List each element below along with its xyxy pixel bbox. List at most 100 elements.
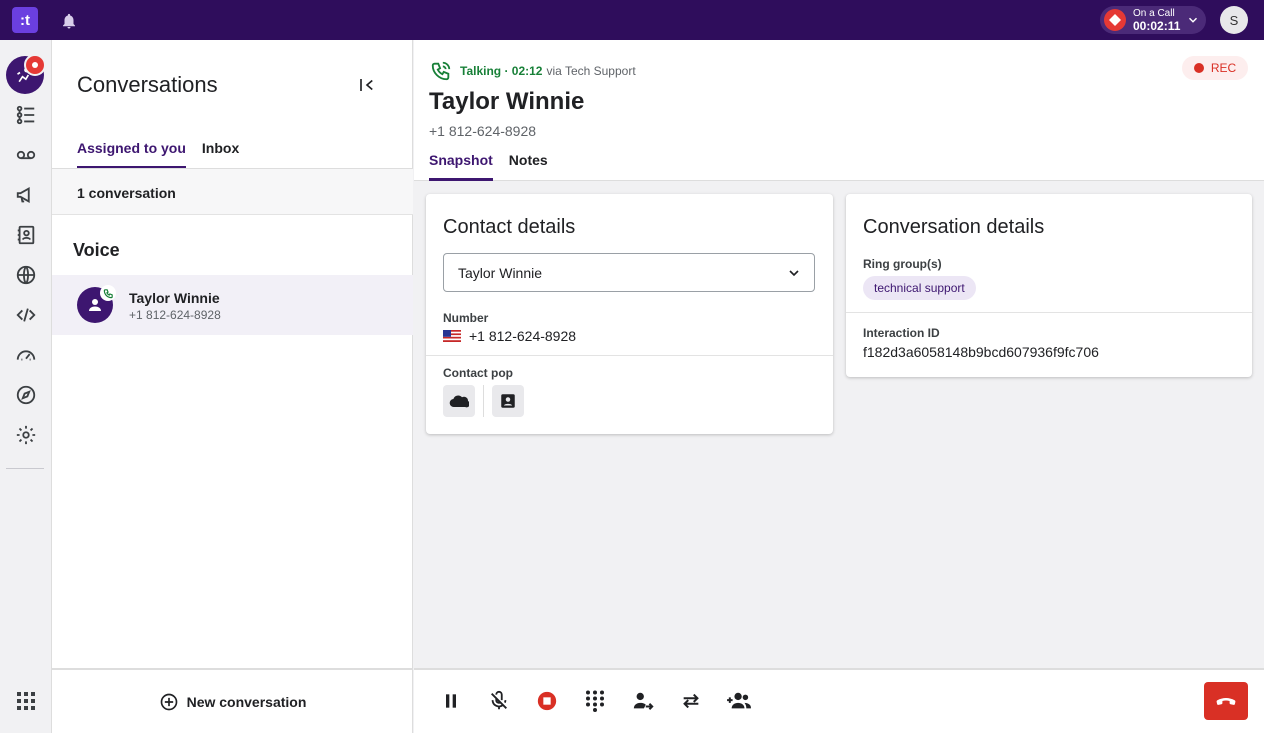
rail-item-voicemail[interactable]	[13, 142, 39, 168]
megaphone-icon	[16, 187, 30, 203]
number-label: Number	[443, 311, 489, 325]
contact-details-card: Contact details Taylor Winnie Number +1 …	[426, 194, 833, 434]
transfer-button[interactable]	[678, 688, 704, 714]
card-divider	[846, 312, 1252, 313]
group-add-icon	[727, 692, 751, 709]
section-heading-voice: Voice	[73, 240, 120, 260]
rail-divider	[6, 468, 44, 469]
user-avatar[interactable]: S	[1220, 6, 1248, 34]
dialpad-icon	[586, 690, 604, 712]
notification-badge	[24, 54, 46, 76]
mic-off-icon	[491, 690, 507, 710]
record-dot-icon	[1193, 63, 1204, 73]
contact-name: Taylor Winnie	[429, 88, 585, 115]
dialpad-button[interactable]	[582, 688, 608, 714]
tab-assigned-to-you[interactable]: Assigned to you	[77, 140, 186, 169]
conversations-panel: Conversations Assigned to you Inbox 1 co…	[52, 40, 413, 733]
conversation-count: 1 conversation	[52, 169, 413, 215]
rail-item-queues[interactable]	[13, 102, 39, 128]
rail-item-apps[interactable]	[13, 688, 39, 714]
add-circle-icon	[160, 693, 177, 710]
conversation-number: +1 812-624-8928	[129, 308, 221, 322]
transfer-to-agent-button[interactable]	[630, 688, 656, 714]
pause-icon	[446, 694, 456, 708]
ring-group-chip: technical support	[863, 276, 976, 300]
rail-item-campaigns[interactable]	[13, 182, 39, 208]
contact-number: +1 812-624-8928	[429, 123, 537, 139]
card-divider	[426, 355, 833, 356]
add-participant-button[interactable]	[726, 688, 752, 714]
conversation-tabs: Assigned to you Inbox	[77, 140, 239, 169]
contact-select[interactable]: Taylor Winnie	[443, 253, 815, 292]
bell-icon[interactable]	[60, 12, 78, 30]
gear-icon	[16, 425, 36, 445]
on-call-timer: 00:02:11	[1133, 18, 1181, 33]
stop-recording-button[interactable]	[534, 688, 560, 714]
talking-status: Talking · 02:12	[460, 64, 543, 78]
tab-notes[interactable]: Notes	[509, 152, 548, 181]
contact-card-pop-button[interactable]	[492, 385, 524, 417]
ring-group-label: Ring group(s)	[863, 257, 942, 271]
code-icon	[16, 308, 36, 322]
stop-record-icon	[537, 691, 557, 711]
compass-icon	[16, 385, 36, 405]
hang-up-button[interactable]	[1204, 682, 1248, 720]
mute-button[interactable]	[486, 688, 512, 714]
conversation-details-card: Conversation details Ring group(s) techn…	[846, 194, 1252, 377]
contacts-book-icon	[17, 225, 35, 245]
contact-pop-label: Contact pop	[443, 366, 513, 380]
card-title: Contact details	[443, 216, 576, 238]
apps-grid-icon	[17, 692, 35, 710]
contact-card-icon	[501, 394, 515, 408]
swap-arrows-icon	[683, 693, 699, 709]
list-item[interactable]: Taylor Winnie +1 812-624-8928	[52, 275, 413, 335]
new-conversation-label: New conversation	[186, 693, 307, 710]
top-bar: :t On a Call 00:02:11 S	[0, 0, 1264, 40]
on-call-icon	[1104, 9, 1126, 31]
new-conversation-button[interactable]: New conversation	[52, 668, 413, 733]
rail-item-web[interactable]	[13, 262, 39, 288]
call-end-icon	[1216, 698, 1236, 705]
call-status: Talking · 02:12 via Tech Support	[430, 60, 636, 82]
rail-item-dashboard[interactable]	[13, 342, 39, 368]
collapse-panel-icon[interactable]	[358, 76, 376, 94]
app-logo[interactable]: :t	[12, 7, 38, 33]
rail-item-explore[interactable]	[13, 382, 39, 408]
chevron-down-icon	[789, 270, 799, 277]
speedometer-icon	[16, 350, 36, 361]
rail-item-developer[interactable]	[13, 302, 39, 328]
hold-button[interactable]	[438, 688, 464, 714]
globe-icon	[16, 265, 36, 285]
contact-phone-number: +1 812-624-8928	[469, 328, 577, 344]
left-rail	[0, 40, 52, 733]
pop-divider	[483, 385, 484, 417]
tab-inbox[interactable]: Inbox	[202, 140, 239, 169]
us-flag-icon	[443, 330, 461, 342]
on-call-label: On a Call	[1133, 7, 1175, 19]
person-forward-icon	[633, 692, 654, 710]
selected-contact: Taylor Winnie	[458, 265, 543, 281]
card-title: Conversation details	[863, 216, 1045, 238]
rec-label: REC	[1210, 61, 1237, 75]
panel-title: Conversations	[77, 72, 218, 97]
list-numbered-icon	[16, 105, 35, 125]
call-header: Talking · 02:12 via Tech Support REC Tay…	[414, 40, 1264, 181]
interaction-id-label: Interaction ID	[863, 326, 940, 340]
call-controls	[414, 668, 1264, 733]
person-icon	[89, 299, 101, 311]
call-tabs: Snapshot Notes	[429, 152, 548, 181]
chevron-down-icon	[1189, 17, 1198, 23]
via-queue: via Tech Support	[546, 64, 636, 78]
voicemail-icon	[16, 150, 36, 160]
on-call-indicator[interactable]: On a Call 00:02:11	[1100, 6, 1206, 34]
conversation-name: Taylor Winnie	[129, 290, 220, 306]
rail-item-contacts[interactable]	[13, 222, 39, 248]
interaction-id: f182d3a6058148b9bcd607936f9fc706	[863, 344, 1099, 360]
salesforce-pop-button[interactable]	[443, 385, 475, 417]
phone-active-icon	[100, 285, 116, 301]
cloud-icon	[449, 395, 469, 408]
tab-snapshot[interactable]: Snapshot	[429, 152, 493, 181]
phone-in-talk-icon	[431, 61, 451, 81]
rec-badge: REC	[1182, 56, 1248, 80]
rail-item-settings[interactable]	[13, 422, 39, 448]
